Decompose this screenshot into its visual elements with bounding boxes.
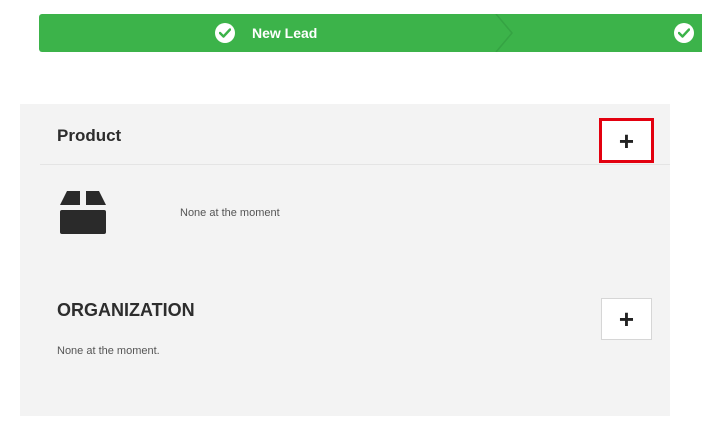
stage-separator bbox=[495, 14, 513, 52]
product-section-title: Product bbox=[57, 126, 122, 145]
organization-empty-text: None at the moment. bbox=[57, 345, 160, 357]
stage-label: New Lead bbox=[252, 25, 318, 41]
stage-new-lead[interactable]: New Lead bbox=[215, 14, 317, 52]
check-circle-icon bbox=[215, 23, 235, 43]
related-panel: Product + None at the moment ORGANIZATIO… bbox=[20, 104, 670, 416]
box-icon bbox=[60, 191, 106, 234]
stage-next[interactable] bbox=[674, 14, 702, 52]
organization-section-title: ORGANIZATION bbox=[57, 300, 195, 320]
add-organization-button[interactable]: + bbox=[601, 298, 652, 340]
section-divider bbox=[40, 164, 670, 165]
add-product-button[interactable]: + bbox=[599, 118, 654, 163]
check-circle-icon bbox=[674, 23, 694, 43]
product-empty-text: None at the moment bbox=[180, 207, 280, 219]
stage-pipeline: New Lead bbox=[39, 14, 702, 52]
